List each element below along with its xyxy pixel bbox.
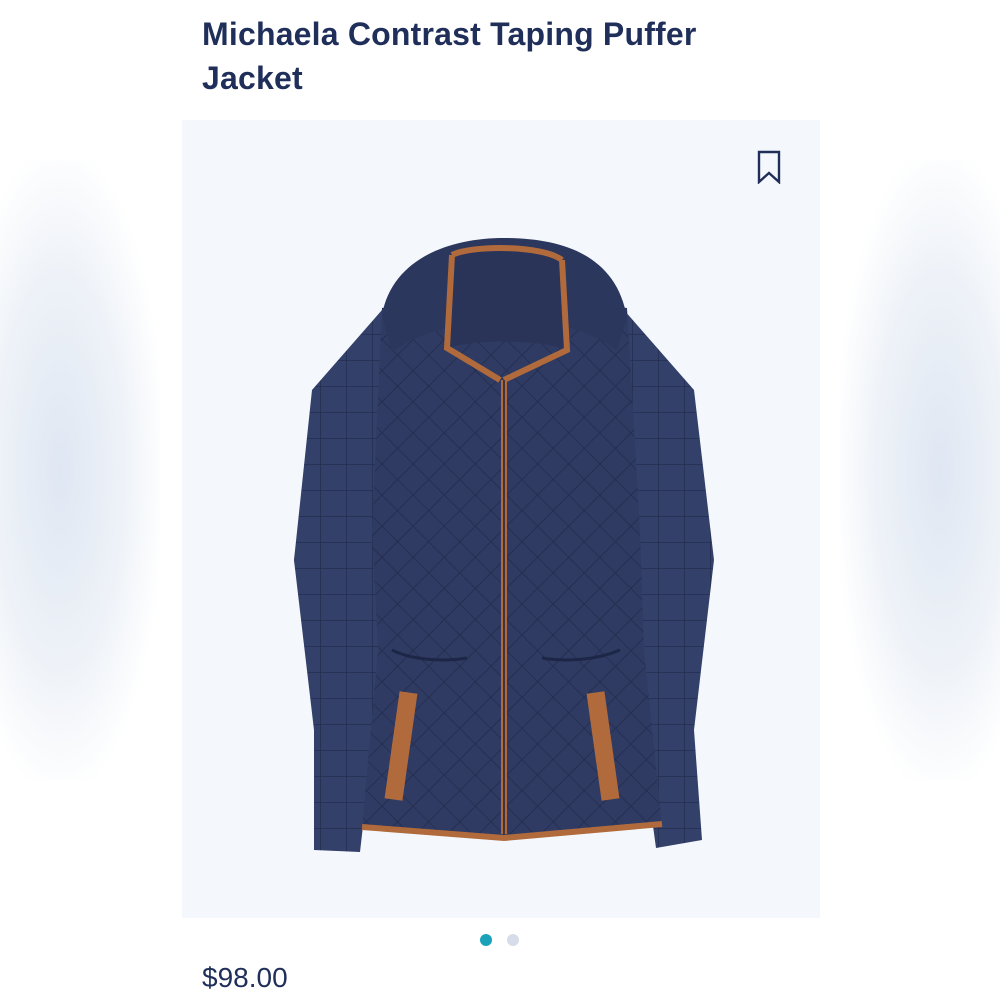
background-glow-right [840, 160, 1000, 780]
bookmark-icon[interactable] [757, 150, 781, 184]
background-glow-left [0, 160, 160, 780]
product-image-jacket [294, 238, 714, 852]
carousel-dot-1[interactable] [480, 934, 492, 946]
carousel-dot-2[interactable] [507, 934, 519, 946]
product-title: Michaela Contrast Taping Puffer Jacket [202, 16, 697, 96]
product-image-panel[interactable] [182, 120, 820, 918]
carousel-dots [480, 934, 519, 946]
product-price: $98.00 [202, 962, 288, 993]
